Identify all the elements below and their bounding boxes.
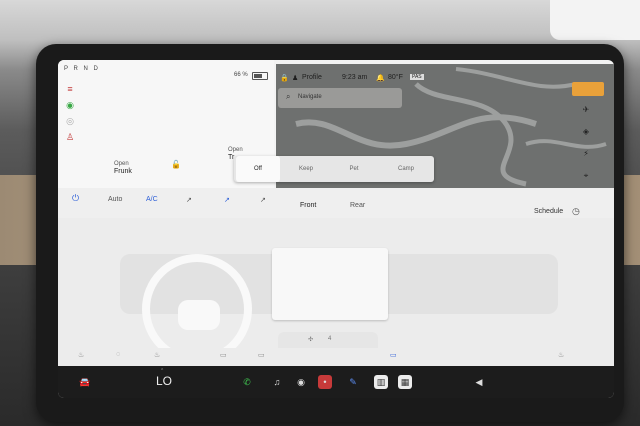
- center-display-render: [272, 248, 388, 320]
- climate-keep-menu: Off Keep Pet Camp: [234, 156, 434, 182]
- mode-camp[interactable]: Camp: [384, 156, 428, 182]
- volume-icon[interactable]: ◀: [472, 375, 486, 389]
- mode-pet[interactable]: Pet: [334, 156, 374, 182]
- vent-left-icon[interactable]: ▭: [220, 351, 227, 359]
- lock-icon[interactable]: 🔓: [171, 160, 181, 169]
- music-icon[interactable]: ♫: [270, 375, 284, 389]
- rear-defrost-button[interactable]: Rear: [350, 202, 365, 209]
- fan-level[interactable]: 4: [328, 336, 331, 342]
- map-orient-icon[interactable]: ✈: [580, 104, 592, 116]
- airflow-recirc-icon[interactable]: ↗: [260, 196, 266, 204]
- gear-indicator: P R N D: [64, 66, 100, 72]
- outside-temp: 80°F: [388, 74, 403, 81]
- profile-icon[interactable]: ♟: [292, 74, 298, 82]
- headlight-icon[interactable]: ≡: [64, 84, 76, 94]
- window-light: [550, 0, 640, 40]
- lock-status-icon: 🔒: [280, 75, 289, 82]
- vent-right-icon[interactable]: ▭: [258, 351, 265, 359]
- passenger-airbag-badge: PAS: [410, 74, 424, 80]
- map-layers-icon[interactable]: ◈: [580, 126, 592, 138]
- car-icon[interactable]: 🚘: [78, 375, 92, 389]
- wheel-heater-icon[interactable]: ◌: [116, 351, 120, 358]
- front-defrost-button[interactable]: Front: [300, 202, 316, 209]
- phone-icon[interactable]: ✆: [240, 375, 254, 389]
- seat-controls: ♨ ◌ ♨ ▭ ▭ ▭ ♨: [58, 348, 614, 366]
- notification-badge[interactable]: [572, 82, 604, 96]
- trunk-action: Open: [228, 147, 243, 153]
- driver-temp[interactable]: LO: [156, 374, 172, 388]
- schedule-clock-icon[interactable]: ◷: [572, 206, 580, 217]
- seatbelt-icon[interactable]: ♙: [64, 132, 76, 142]
- battery-percent: 66 %: [234, 72, 248, 78]
- frunk-action: Open: [114, 161, 129, 167]
- status-bar: 🔒 ♟ Profile 9:23 am 🔔 80°F PAS: [276, 60, 614, 82]
- defrost-icon[interactable]: ▭: [390, 351, 397, 359]
- airflow-feet-icon[interactable]: ↗: [224, 196, 230, 204]
- airflow-face-icon[interactable]: ↗: [186, 196, 192, 204]
- schedule-button[interactable]: Schedule: [534, 208, 563, 215]
- mode-off[interactable]: Off: [236, 156, 280, 182]
- navigate-search[interactable]: ⌕ Navigate: [278, 88, 402, 108]
- auto-button[interactable]: Auto: [108, 196, 122, 203]
- climate-controls: ⏻ Auto A/C ↗ ↗ ↗ Front Rear Schedule ◷: [58, 188, 614, 218]
- fog-light-icon[interactable]: ◎: [64, 116, 76, 126]
- frunk-button[interactable]: Open Frunk: [114, 160, 132, 176]
- calendar-icon[interactable]: ▥: [374, 375, 388, 389]
- app-launcher-icon[interactable]: •: [318, 375, 332, 389]
- battery-icon: [252, 72, 268, 80]
- fan-icon[interactable]: ✣: [308, 336, 313, 343]
- bottom-dock: 🚘 ⌃ LO ✆ ♫ ◉ • ✎ ▥ ▦ ◀: [58, 366, 614, 398]
- driver-seat-heater-icon[interactable]: ♨: [78, 351, 84, 359]
- navigate-placeholder: Navigate: [298, 94, 322, 100]
- energy-icon[interactable]: ▦: [398, 375, 412, 389]
- parking-light-icon[interactable]: ◉: [64, 100, 76, 110]
- location-pin-icon[interactable]: ⌖: [580, 170, 592, 182]
- ac-button[interactable]: A/C: [146, 196, 158, 203]
- passenger-seat-heater-icon[interactable]: ♨: [558, 351, 564, 359]
- mode-keep[interactable]: Keep: [286, 156, 326, 182]
- clock: 9:23 am: [342, 74, 368, 81]
- charger-icon[interactable]: ⚡: [580, 148, 592, 160]
- alert-icon[interactable]: 🔔: [376, 74, 385, 82]
- climate-power-icon[interactable]: ⏻: [72, 193, 79, 204]
- toybox-icon[interactable]: ✎: [346, 375, 360, 389]
- frunk-label: Frunk: [114, 168, 132, 175]
- battery-fill: [254, 74, 262, 78]
- steering-hub: [178, 300, 220, 330]
- rear-seat-heater-icon[interactable]: ♨: [154, 351, 160, 359]
- cabin-render[interactable]: ✣ 4: [58, 218, 614, 364]
- photo-scene: P R N D 66 % ≡ ◉ ◎ ♙ Open Frunk 🔓 Open T…: [0, 0, 640, 426]
- touchscreen: P R N D 66 % ≡ ◉ ◎ ♙ Open Frunk 🔓 Open T…: [58, 60, 614, 398]
- camera-icon[interactable]: ◉: [294, 375, 308, 389]
- profile-label[interactable]: Profile: [302, 74, 322, 81]
- search-icon: ⌕: [286, 92, 291, 101]
